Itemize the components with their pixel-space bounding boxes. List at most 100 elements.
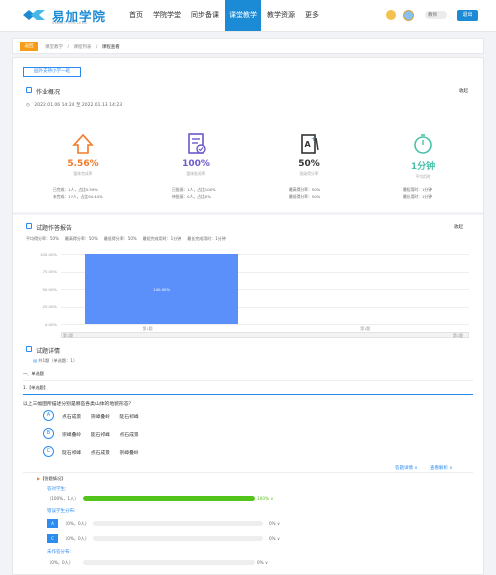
option-word: 崇嶂叠岭 [119, 450, 139, 456]
correct-progress-fill [83, 496, 255, 501]
time-range: ◷ 2022.01.06 14:24 至 2022.01.13 14:23 [26, 102, 122, 108]
option-word: 陡石祁峰 [62, 450, 82, 456]
bar-chart: 100.00% 75.00% 50.00% 25.00% 0.00% 100.00% 第1题… [21, 250, 473, 340]
correct-stat: （100%，1人） [47, 496, 79, 501]
time-range-text: 2022.01.06 14:24 至 2022.01.13 14:23 [34, 103, 123, 108]
chevron-down-icon[interactable]: ∨ [277, 536, 280, 541]
wrong-label: 错误学生分布: [47, 509, 76, 514]
overview-collapse-button[interactable]: 收起 [459, 88, 468, 94]
answer-heading-text: 【答题情况】 [40, 476, 66, 481]
brand-subtitle: SMART COLLEGE [52, 21, 88, 25]
wrong-option-badge: A [47, 519, 58, 528]
question-text: 以上三幅图所描述分别是哪些各类山体的地貌形态？ [23, 402, 134, 407]
shortest-time: 最短用时：1分钟 [403, 187, 432, 192]
correct-progress-bar [83, 496, 255, 501]
option-text: 崇嶂叠岭 陡石祁峰 点石成景 [62, 431, 139, 438]
top-bar: 易加学院 SMART COLLEGE 首页 学院学堂 同步备课 课堂教学 教学资… [0, 0, 496, 32]
option-text: 陡石祁峰 点石成景 崇嶂叠岭 [62, 449, 139, 456]
option-word: 陡石祁峰 [90, 432, 110, 438]
school-badge-icon[interactable] [386, 10, 396, 20]
nav-prep[interactable]: 同步备课 [187, 0, 223, 31]
option-letter[interactable]: B [43, 428, 54, 439]
option-letter[interactable]: A [43, 410, 54, 421]
stopwatch-icon [414, 134, 432, 154]
nav-home[interactable]: 首页 [125, 0, 147, 31]
breadcrumb-item[interactable]: 课程列表 [73, 45, 91, 50]
main-nav: 首页 学院学堂 同步备课 课堂教学 教学资源 更多 [125, 0, 325, 31]
unanswered-percent[interactable]: 0% ∨ [257, 560, 268, 565]
breadcrumb-item-current: 课程查看 [101, 44, 120, 50]
score-caption: 班级得分率 [299, 171, 319, 176]
option-word: 陡石祁峰 [119, 414, 139, 420]
back-button[interactable]: 返回 [20, 42, 38, 51]
chart-scrollbar[interactable] [61, 332, 469, 338]
option-word: 崇嶂叠岭 [90, 414, 110, 420]
option-word: 点石成景 [90, 450, 110, 456]
nav-resources[interactable]: 教学资源 [263, 0, 299, 31]
clock-icon: ◷ [26, 103, 30, 108]
question-underline [23, 394, 473, 395]
report-collapse-button[interactable]: 收起 [454, 224, 463, 230]
legend-min: 最低得分率：50% [103, 236, 137, 241]
chevron-down-icon[interactable]: ∨ [270, 496, 273, 501]
option-a[interactable]: A 点石成景 崇嶂叠岭 陡石祁峰 [43, 410, 139, 421]
breadcrumb: 返回 课堂教学 / 课程列表 / 课程查看 [12, 38, 484, 54]
option-word: 崇嶂叠岭 [62, 432, 82, 438]
legend-shortest: 最短完成用时：1分钟 [142, 236, 182, 241]
wrong-stat: （0%，0人） [63, 521, 90, 526]
completion-rate: 5.56% [67, 159, 99, 169]
answer-detail-toggle[interactable]: 答题详情 ∧ [395, 465, 418, 471]
review-icon [188, 133, 206, 154]
chevron-down-icon[interactable]: ∨ [265, 560, 268, 565]
wrong-option-badge: C [47, 534, 58, 543]
nav-college[interactable]: 学院学堂 [149, 0, 185, 31]
unanswered-label: 未作答分布: [47, 550, 72, 555]
section-heading: 一、单选题 [23, 371, 44, 376]
wrong-percent-text: 0% [269, 536, 276, 541]
wrong-stat: （0%，0人） [63, 536, 90, 541]
y-tick-label: 75.00% [42, 269, 57, 274]
user-name[interactable]: 教师 [428, 12, 437, 18]
reviewed-count: 已批阅：1人，占比100% [172, 187, 216, 192]
correct-percent[interactable]: 100% ∨ [257, 496, 273, 501]
breadcrumb-separator: / [95, 44, 98, 50]
chevron-down-icon[interactable]: ∨ [277, 521, 280, 526]
completion-caption: 整体完成率 [73, 171, 93, 176]
wrong-percent[interactable]: 0% ∨ [269, 536, 280, 541]
wrong-progress-bar [93, 536, 263, 541]
legend-max: 最高得分率：50% [64, 236, 98, 241]
class-tag[interactable]: 园外支持小学一班 [23, 67, 81, 77]
nav-classroom[interactable]: 课堂教学 [225, 0, 261, 31]
svg-text:+: + [311, 136, 316, 143]
breadcrumb-item[interactable]: 课堂教学 [45, 45, 63, 50]
option-word: 点石成景 [62, 414, 82, 420]
legend-average: 平均得分率：50% [26, 236, 59, 241]
time-caption: 平均用时 [415, 174, 431, 179]
option-word: 点石成景 [119, 432, 139, 438]
wrong-percent[interactable]: 0% ∨ [269, 521, 280, 526]
stat-time: 1分钟 平均用时 [378, 132, 468, 180]
option-c[interactable]: C 陡石祁峰 点石成景 崇嶂叠岭 [43, 446, 139, 457]
unanswered-percent-text: 0% [257, 560, 264, 565]
min-score-rate: 最低得分率：50% [289, 194, 321, 199]
y-tick-label: 25.00% [42, 304, 57, 309]
report-title: 试题作答报告 [36, 225, 73, 232]
breadcrumb-trail: 课堂教学 / 课程列表 / 课程查看 [45, 44, 120, 50]
exit-button[interactable]: 退出 [457, 10, 478, 21]
detail-summary: ▤ 共1题（单选题：1） [33, 358, 77, 364]
pending-count: 待批阅：0人，占比0% [172, 194, 211, 199]
correct-label: 答对学生: [47, 487, 67, 492]
max-score-rate: 最高得分率：50% [289, 187, 321, 192]
unanswered-stat: （0%，0人） [47, 560, 74, 565]
score-icon: A + [301, 134, 319, 154]
nav-more[interactable]: 更多 [301, 0, 323, 31]
chart-bar[interactable]: 100.00% [85, 254, 238, 324]
incomplete-count: 未完成：17人，占比94.44% [53, 194, 103, 199]
option-letter[interactable]: C [43, 446, 54, 457]
y-tick-label: 0.00% [44, 321, 57, 327]
option-b[interactable]: B 崇嶂叠岭 陡石祁峰 点石成景 [43, 428, 139, 439]
longest-time: 最长用时：1分钟 [403, 194, 432, 199]
analysis-toggle[interactable]: 查看解析 ∨ [430, 465, 453, 471]
completion-detail: 已完成：1人，占比5.59% 未完成：17人，占比94.44% [53, 186, 103, 200]
avatar[interactable] [403, 10, 414, 21]
